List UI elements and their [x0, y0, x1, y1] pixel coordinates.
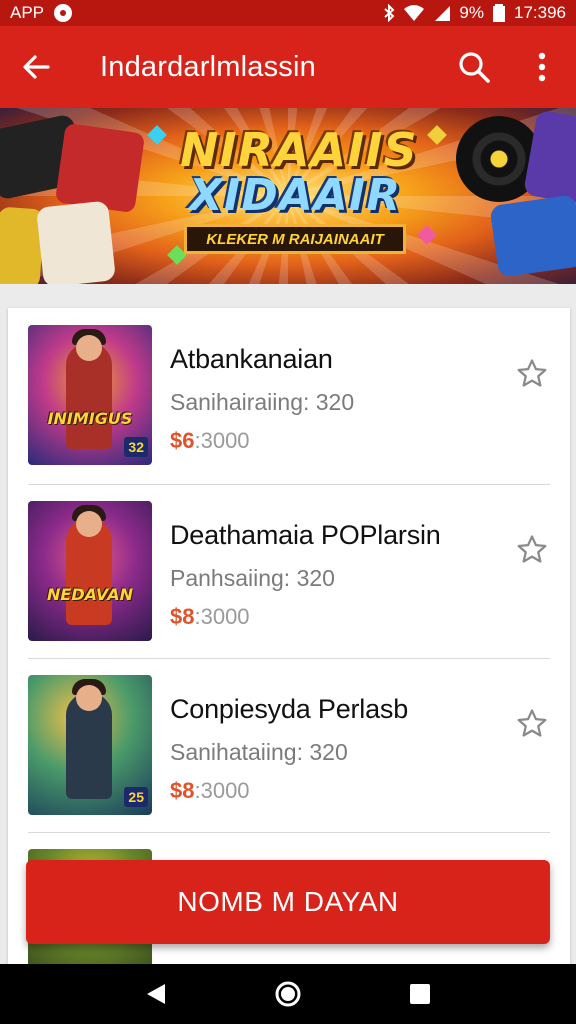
search-icon: [459, 52, 490, 83]
price-currency: $8: [170, 778, 195, 803]
game-thumbnail: INIMIGUS 32: [28, 325, 152, 465]
hero-head: [76, 511, 102, 537]
circle-home-icon: [275, 981, 301, 1007]
banner-logo-line1: NIRAAIIS: [180, 123, 418, 177]
cassette-icon: [36, 200, 116, 284]
arrow-left-icon: [23, 55, 50, 79]
favorite-button[interactable]: [514, 356, 550, 392]
item-price: $6:3000: [170, 428, 354, 454]
price-amount: :3000: [194, 428, 250, 453]
item-info: Conpiesyda Perlasb Sanihataiing: 320 $8:…: [170, 694, 408, 804]
signal-icon: [435, 6, 451, 21]
primary-action-button[interactable]: NOMB M DAYAN: [26, 860, 550, 944]
price-currency: $6: [170, 428, 195, 453]
status-bar: APP 9% 17:396: [0, 0, 576, 26]
list-item[interactable]: NEDAVAN Deathamaia POPlarsin Panhsaiing:…: [8, 484, 570, 658]
item-info: Atbankanaian Sanihairaiing: 320 $6:3000: [170, 344, 354, 454]
price-amount: :3000: [194, 778, 250, 803]
game-thumbnail: 25: [28, 675, 152, 815]
wifi-icon: [404, 5, 425, 21]
item-subtitle: Sanihairaiing: 320: [170, 389, 355, 415]
triangle-back-icon: [147, 984, 165, 1004]
star-outline-icon: [517, 709, 547, 737]
nav-recents-button[interactable]: [400, 974, 440, 1014]
hero-head: [76, 685, 102, 711]
banner-logo: NIRAAIIS XIDAAIR KLEKER M RAIJAINAAIT: [180, 123, 418, 254]
star-outline-icon: [517, 359, 547, 387]
item-name: Atbankanaian: [170, 344, 333, 374]
battery-icon: [493, 4, 505, 22]
nav-back-button[interactable]: [136, 974, 176, 1014]
app-bar: Indardarlmlassin: [0, 26, 576, 108]
gamepad-icon: [54, 122, 146, 214]
favorite-button[interactable]: [514, 532, 550, 568]
item-subtitle: Panhsaiing: 320: [170, 565, 335, 591]
status-app-label: APP: [10, 3, 45, 22]
thumbnail-title: INIMIGUS: [47, 409, 133, 428]
bluetooth-icon: [384, 4, 395, 22]
item-name: Deathamaia POPlarsin: [170, 520, 441, 550]
item-subtitle: Sanihataiing: 320: [170, 739, 348, 765]
notification-icon: [54, 4, 73, 22]
search-button[interactable]: [440, 26, 508, 108]
hero-head: [76, 335, 102, 361]
item-name: Conpiesyda Perlasb: [170, 694, 409, 724]
item-info: Deathamaia POPlarsin Panhsaiing: 320 $8:…: [170, 520, 441, 630]
list-item[interactable]: 25 Conpiesyda Perlasb Sanihataiing: 320 …: [8, 658, 570, 832]
gamepad-icon: [489, 194, 576, 278]
back-button[interactable]: [0, 26, 72, 108]
thumbnail-badge: 25: [124, 787, 148, 807]
item-price: $8:3000: [170, 604, 441, 630]
price-amount: :3000: [194, 604, 250, 629]
system-nav-bar: [0, 964, 576, 1024]
more-vert-icon: [538, 52, 546, 82]
favorite-button[interactable]: [514, 706, 550, 742]
item-price: $8:3000: [170, 778, 408, 804]
promo-banner[interactable]: NIRAAIIS XIDAAIR KLEKER M RAIJAINAAIT: [0, 108, 576, 284]
list-item[interactable]: INIMIGUS 32 Atbankanaian Sanihairaiing: …: [8, 308, 570, 482]
banner-logo-line2: XIDAAIR: [188, 170, 402, 221]
thumbnail-badge: 32: [124, 437, 148, 457]
banner-ribbon: KLEKER M RAIJAINAAIT: [184, 224, 406, 254]
game-thumbnail: NEDAVAN: [28, 501, 152, 641]
nav-home-button[interactable]: [268, 974, 308, 1014]
status-time: 17:396: [514, 3, 566, 22]
star-outline-icon: [517, 535, 547, 563]
thumbnail-title: NEDAVAN: [47, 585, 133, 604]
page-title: Indardarlmlassin: [100, 50, 316, 83]
overflow-menu-button[interactable]: [508, 26, 576, 108]
square-recents-icon: [410, 984, 430, 1004]
battery-percent: 9%: [459, 3, 484, 22]
price-currency: $8: [170, 604, 195, 629]
